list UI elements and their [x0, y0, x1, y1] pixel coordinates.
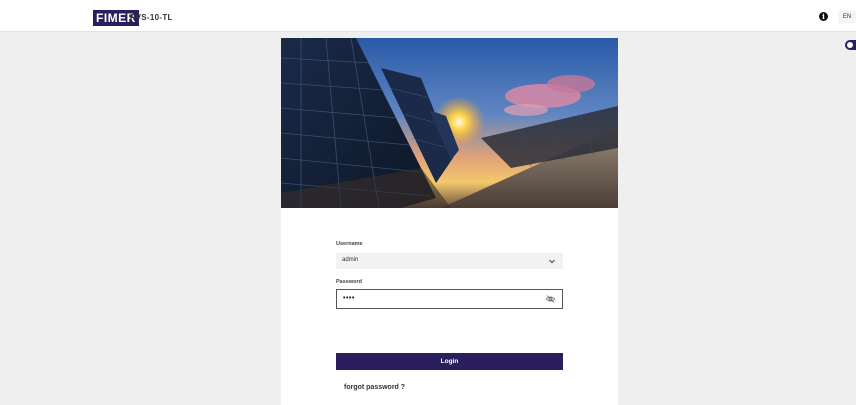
side-panel-toggle[interactable]	[845, 40, 856, 50]
username-label: Username	[336, 241, 363, 247]
info-icon[interactable]: i	[819, 12, 828, 21]
password-value: ••••	[343, 295, 355, 302]
forgot-password-link[interactable]: forgot password ?	[344, 384, 405, 391]
chevron-down-icon	[549, 259, 555, 264]
eye-slash-icon[interactable]	[545, 294, 556, 304]
language-selector[interactable]: EN	[838, 11, 856, 23]
device-name: PVS-10-TL	[130, 13, 173, 22]
username-value: admin	[342, 257, 359, 263]
password-field[interactable]: ••••	[336, 289, 563, 309]
top-bar: FIMER PVS-10-TL i EN	[0, 0, 856, 32]
username-select[interactable]: admin	[336, 253, 563, 269]
login-card: Username admin Password •••• Login forgo…	[281, 38, 618, 405]
password-label: Password	[336, 279, 362, 285]
hero-image	[281, 38, 618, 208]
toggle-knob	[847, 42, 853, 48]
login-button[interactable]: Login	[336, 353, 563, 370]
